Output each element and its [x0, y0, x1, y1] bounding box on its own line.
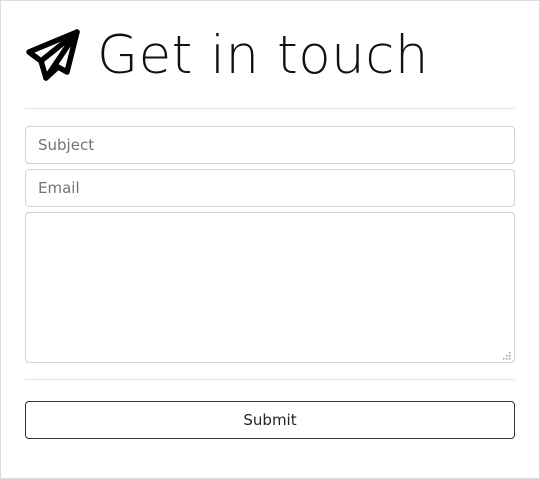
- page-title: Get in touch: [97, 25, 429, 86]
- subject-input[interactable]: [25, 126, 515, 164]
- submit-button[interactable]: Submit: [25, 401, 515, 439]
- email-input[interactable]: [25, 169, 515, 207]
- contact-card: Get in touch Submit: [0, 0, 540, 479]
- page-header: Get in touch: [25, 23, 429, 89]
- resize-grip-icon[interactable]: [502, 348, 512, 360]
- divider-bottom: [25, 379, 515, 380]
- paper-plane-icon: [25, 26, 85, 86]
- message-textarea[interactable]: [25, 212, 515, 363]
- divider-top: [25, 108, 515, 109]
